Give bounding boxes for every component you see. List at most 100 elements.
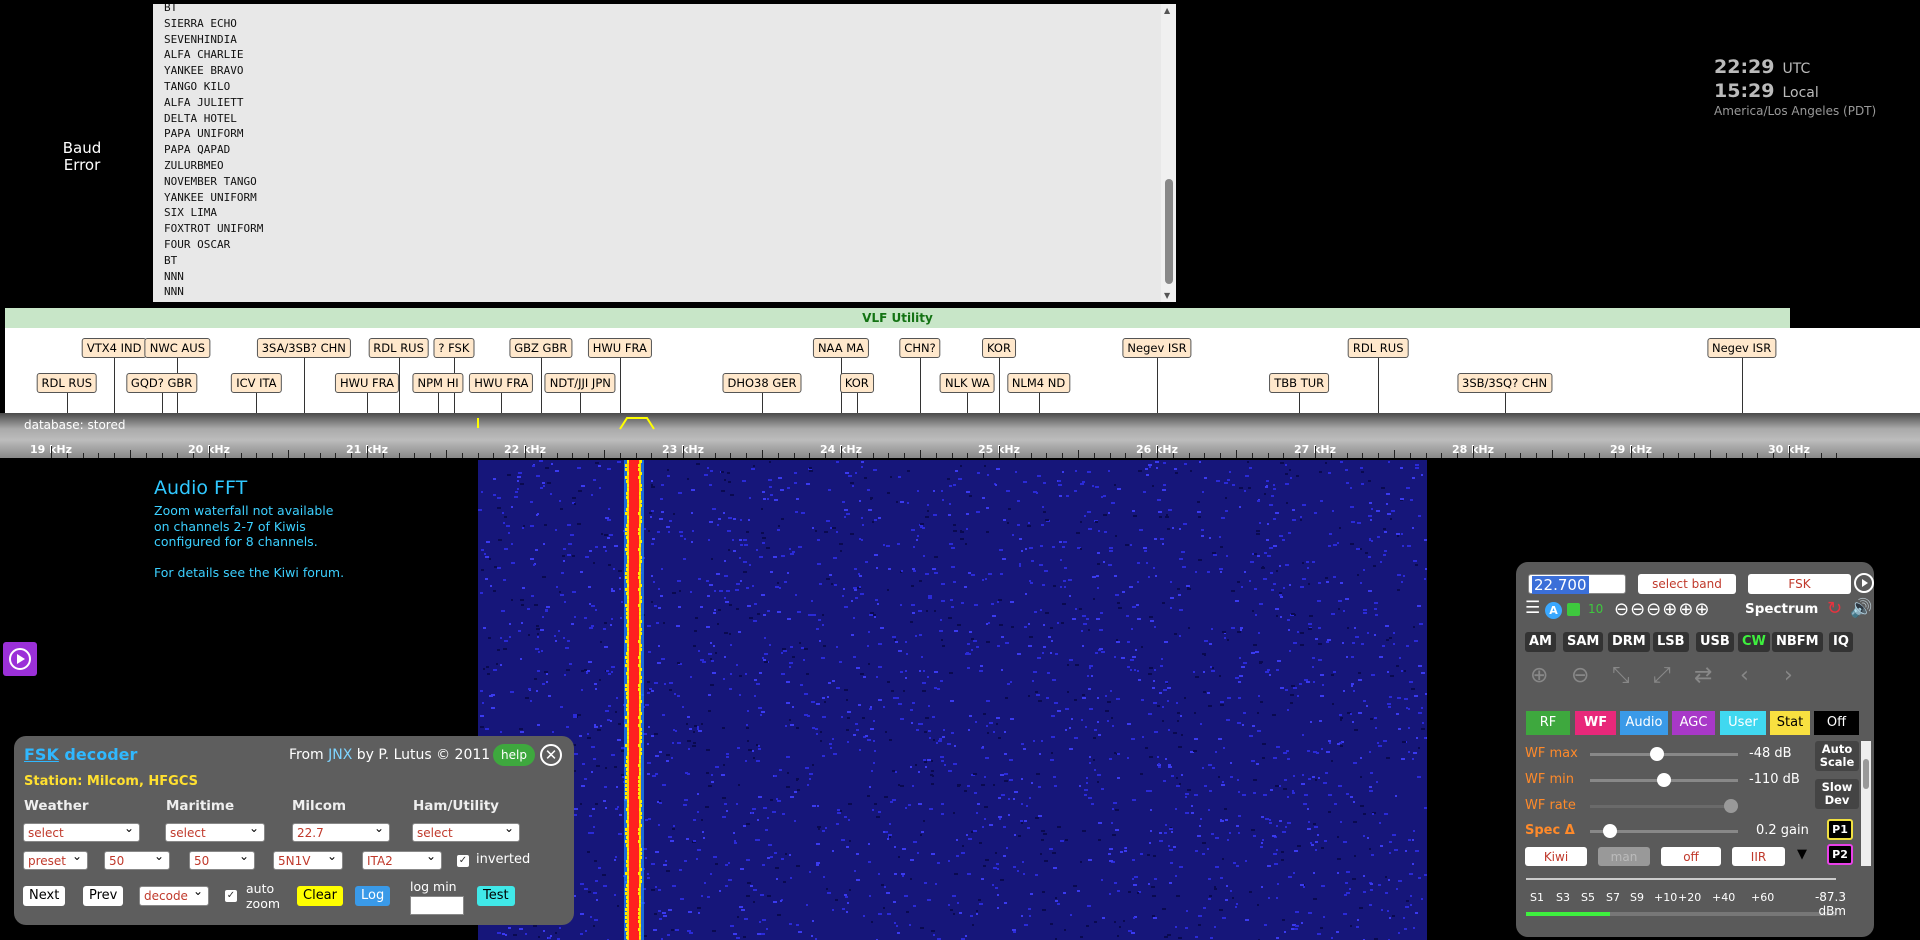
station-tag[interactable]: KOR [982,338,1016,358]
mode-nbfm[interactable]: NBFM [1772,632,1823,652]
station-tag[interactable]: HWU FRA [334,373,400,393]
weather-select[interactable]: select [23,819,140,842]
decode-select[interactable]: decode [139,882,209,906]
test-button[interactable]: Test [477,886,515,906]
menu-icon[interactable]: ☰ [1525,598,1540,618]
mode-am[interactable]: AM [1525,632,1556,652]
tab-audio[interactable]: Audio [1620,711,1668,735]
dropdown-arrow-icon[interactable]: ▼ [1797,847,1807,862]
station-tag[interactable]: 3SB/3SQ? CHN [1457,373,1553,393]
man-select[interactable]: man [1598,847,1650,866]
mode-cw[interactable]: CW [1738,632,1770,652]
wf-min-thumb[interactable] [1657,773,1671,787]
station-tag[interactable]: ? FSK [433,338,475,358]
next-page-icon[interactable]: › [1784,663,1793,688]
off-select[interactable]: off [1661,847,1721,866]
framing-select[interactable]: 5N1V [273,847,343,870]
shift-select[interactable]: 50 [104,847,170,870]
waterfall[interactable] [478,460,1427,940]
p1-button[interactable]: P1 [1827,819,1853,840]
auto-a-icon[interactable]: A [1545,602,1562,619]
decoder-console[interactable]: BT SIERRA ECHO SEVENHINDIA ALFA CHARLIE YANK… [153,4,1176,302]
panel-scrollbar[interactable] [1861,741,1871,866]
auto-zoom-checkbox[interactable]: ✓ [225,890,237,902]
tab-off[interactable]: Off [1814,711,1859,735]
wf-max-thumb[interactable] [1650,747,1665,761]
prev-button[interactable]: Prev [83,886,124,906]
preset-select[interactable]: preset [23,847,88,870]
zoom-max-icon[interactable]: ⤢ [1653,663,1671,688]
mode-usb[interactable]: USB [1696,632,1734,652]
scroll-thumb[interactable] [1165,179,1173,284]
station-tag[interactable]: NPM HI [412,373,464,393]
station-tag[interactable]: KOR [839,373,874,393]
play-button[interactable] [3,642,37,676]
speaker-icon[interactable]: 🔊 [1850,598,1872,619]
console-scrollbar[interactable]: ▲ ▼ [1161,4,1176,302]
station-tag[interactable]: NWC AUS [144,338,211,358]
station-tag[interactable]: RDL RUS [36,373,98,393]
scroll-down-icon[interactable]: ▼ [1164,291,1170,300]
mode-lsb[interactable]: LSB [1653,632,1689,652]
jnx-link[interactable]: JNX [328,747,352,763]
wf-rate-thumb[interactable] [1724,799,1738,813]
log-button[interactable]: Log [355,886,391,906]
swap-icon[interactable]: ⇄ [1694,663,1712,688]
prev-page-icon[interactable]: ‹ [1740,663,1749,688]
inverted-checkbox[interactable]: ✓ [457,855,469,867]
mode-drm[interactable]: DRM [1608,632,1650,652]
help-button[interactable]: help [493,744,535,766]
next-button[interactable]: Next [23,886,66,906]
station-tag[interactable]: HWU FRA [469,373,534,393]
scroll-up-icon[interactable]: ▲ [1164,6,1170,15]
zoom-step-icons[interactable]: ⊖⊖⊖⊕⊕⊕ [1614,599,1711,620]
encoding-select[interactable]: ITA2 [362,847,442,870]
spec-thumb[interactable] [1603,824,1618,838]
passband-icon[interactable] [619,415,655,431]
station-tag[interactable]: NLK WA [939,373,995,393]
tab-agc[interactable]: AGC [1672,711,1715,735]
station-tag[interactable]: Negev ISR [1122,338,1192,358]
station-tag[interactable]: VTX4 IND [81,338,147,358]
tab-wf[interactable]: WF [1575,711,1616,735]
station-tag[interactable]: RDL RUS [1347,338,1409,358]
station-tag[interactable]: CHN? [899,338,941,358]
auto-scale-button[interactable]: Auto Scale [1815,741,1859,771]
station-tag[interactable]: RDL RUS [368,338,429,358]
frequency-input[interactable]: 22.700 [1528,574,1626,594]
station-tag[interactable]: HWU FRA [587,338,652,358]
slow-dev-button[interactable]: Slow Dev [1815,779,1859,809]
play-circle-icon[interactable] [1854,573,1874,593]
clear-button[interactable]: Clear [297,886,343,906]
mode-iq[interactable]: IQ [1829,632,1853,652]
spec-slider[interactable] [1590,824,1738,838]
station-tag[interactable]: NLM4 ND [1006,373,1071,393]
fsk-link[interactable]: FSK [24,745,59,764]
spectrum-button[interactable]: Spectrum [1745,601,1818,617]
ham-utility-select[interactable]: select [412,819,520,842]
wf-min-slider[interactable] [1590,773,1738,787]
edit-icon[interactable] [1567,603,1580,616]
band-select[interactable]: select band [1638,574,1736,594]
station-tag[interactable]: ICV ITA [231,373,282,393]
frequency-scale[interactable]: database: stored 19 kHz 20 kHz 21 kHz 22 kH… [0,413,1920,458]
station-tag[interactable]: TBB TUR [1269,373,1330,393]
station-tag[interactable]: Negev ISR [1706,338,1777,358]
baud-select[interactable]: 50 [189,847,255,870]
station-tag[interactable]: NDT/JJI JPN [544,373,616,393]
mode-select[interactable]: FSK [1748,574,1851,594]
refresh-icon[interactable]: ↻ [1827,598,1842,619]
iir-select[interactable]: IIR [1732,847,1785,866]
tab-user[interactable]: User [1720,711,1766,735]
milcom-select[interactable]: 22.7 [292,819,390,842]
station-tag[interactable]: DHO38 GER [722,373,802,393]
band-bar[interactable]: VLF Utility [5,308,1790,328]
zoom-fit-icon[interactable]: ⤡ [1612,663,1630,688]
kiwi-select[interactable]: Kiwi [1525,847,1587,866]
mode-sam[interactable]: SAM [1563,632,1604,652]
tab-rf[interactable]: RF [1526,711,1570,735]
zoom-in-icon[interactable]: ⊕ [1530,663,1548,688]
p2-button[interactable]: P2 [1827,844,1853,865]
wf-max-slider[interactable] [1590,747,1738,761]
zoom-out-icon[interactable]: ⊖ [1571,663,1589,688]
